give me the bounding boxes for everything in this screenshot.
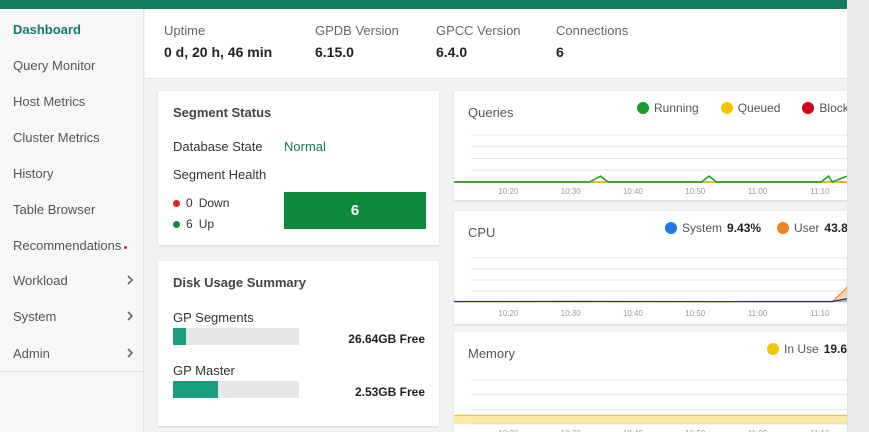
sidebar-item-recommendations[interactable]: Recommendations: [0, 233, 144, 257]
series-line-system: [454, 298, 847, 303]
sidebar-item-label: Recommendations: [13, 237, 122, 253]
chevron-right-icon: [127, 275, 134, 285]
gpdb-version-stat: GPDB Version 6.15.0: [315, 23, 399, 60]
sidebar-item-label: Query Monitor: [13, 57, 96, 73]
series-area-user: [454, 287, 847, 302]
up-status-dot-icon: [173, 220, 180, 228]
x-tick-label: 10:20: [498, 309, 519, 318]
sidebar-item-admin[interactable]: Admin: [0, 341, 144, 365]
uptime-value: 0 d, 20 h, 46 min: [164, 44, 273, 60]
sidebar-item-host-metrics[interactable]: Host Metrics: [0, 89, 144, 113]
gpcc-version-value: 6.4.0: [436, 44, 468, 60]
segments-down-count: 0: [186, 196, 193, 210]
connections-label: Connections: [556, 23, 629, 38]
segments-down-row: 0 Down: [173, 196, 229, 210]
sidebar-item-label: Dashboard: [13, 21, 81, 37]
chevron-right-icon: [127, 311, 134, 321]
gp-segments-free: 26.64GB Free: [348, 332, 425, 346]
sidebar-item-label: Workload: [13, 272, 68, 288]
gp-master-usage-bar: [173, 381, 299, 398]
segment-status-card: Segment Status Database State Normal Seg…: [158, 91, 439, 245]
database-state-value: Normal: [284, 139, 326, 154]
queries-chart-card: Queries Running Queued Blocked 10:2010:3…: [454, 91, 847, 200]
gpcc-version-stat: GPCC Version 6.4.0: [436, 23, 521, 60]
notification-dot-icon: [124, 245, 128, 249]
gp-segments-usage-bar: [173, 328, 299, 345]
chevron-right-icon: [127, 348, 134, 358]
x-tick-label: 10:20: [498, 187, 519, 196]
segments-down-label: Down: [198, 196, 230, 210]
uptime-label: Uptime: [164, 23, 206, 38]
sidebar-item-dashboard[interactable]: Dashboard: [0, 17, 144, 41]
sidebar-item-cluster-metrics[interactable]: Cluster Metrics: [0, 125, 144, 149]
segments-up-tile[interactable]: 6: [284, 192, 426, 229]
series-line-user: [454, 286, 847, 303]
gpdb-version-value: 6.15.0: [315, 44, 354, 60]
sidebar-divider: [0, 371, 144, 372]
gp-master-free: 2.53GB Free: [354, 385, 425, 399]
top-accent-bar: [0, 0, 847, 9]
segments-up-row: 6 Up: [173, 217, 214, 231]
disk-usage-card: Disk Usage Summary GP Segments 26.64GB F…: [158, 261, 439, 426]
connections-stat: Connections 6: [556, 23, 628, 60]
x-tick-label: 11:00: [748, 309, 768, 318]
memory-chart-plot: 10:2010:3010:4010:5011:0011:10: [454, 379, 847, 432]
sidebar-item-query-monitor[interactable]: Query Monitor: [0, 53, 144, 77]
x-tick-label: 10:30: [561, 309, 582, 318]
segments-up-label: Up: [198, 217, 215, 231]
sidebar-item-label: System: [13, 308, 57, 324]
x-tick-label: 10:50: [685, 309, 706, 318]
sidebar-item-table-browser[interactable]: Table Browser: [0, 197, 144, 221]
vertical-scrollbar[interactable]: [847, 0, 869, 432]
uptime-stat: Uptime 0 d, 20 h, 46 min: [164, 23, 272, 60]
x-tick-label: 10:50: [685, 187, 706, 196]
connections-value: 6: [556, 44, 564, 60]
sidebar-item-workload[interactable]: Workload: [0, 268, 144, 292]
cpu-chart-card: CPU System 9.43% User 43.87% 10:2010:301…: [454, 211, 847, 324]
series-area-in-use: [454, 415, 847, 424]
gp-segments-label: GP Segments: [173, 310, 254, 325]
sidebar-item-history[interactable]: History: [0, 161, 144, 185]
gp-segments-usage-fill: [173, 328, 186, 345]
cluster-summary-header: Uptime 0 d, 20 h, 46 min GPDB Version 6.…: [145, 9, 847, 79]
series-line-running: [454, 175, 847, 183]
segment-status-title: Segment Status: [173, 105, 272, 120]
queries-chart-plot: 10:20 10:30 10:40 10:50 11:00 11:10: [454, 134, 847, 196]
segments-up-count: 6: [186, 217, 193, 231]
sidebar-item-label: History: [13, 165, 54, 181]
x-tick-label: 10:40: [623, 187, 644, 196]
x-tick-label: 11:10: [810, 309, 830, 318]
sidebar-item-system[interactable]: System: [0, 304, 144, 328]
x-tick-label: 11:00: [748, 187, 768, 196]
down-status-dot-icon: [173, 199, 180, 207]
segment-health-label: Segment Health: [173, 167, 267, 182]
x-tick-label: 10:40: [623, 309, 644, 318]
gpcc-version-label: GPCC Version: [436, 23, 521, 38]
sidebar-item-label: Table Browser: [13, 201, 96, 217]
x-tick-label: 11:10: [810, 187, 830, 196]
sidebar-item-label: Admin: [13, 345, 50, 361]
cpu-chart-plot: 10:20 10:30 10:40 10:50 11:00 11:10: [454, 257, 847, 318]
x-tick-label: 10:30: [561, 187, 582, 196]
gp-master-usage-fill: [173, 381, 219, 398]
memory-chart-card: Memory In Use 19.69% 10:2010:3010:4010:5…: [454, 332, 847, 432]
sidebar-item-label: Host Metrics: [13, 93, 86, 109]
gpdb-version-label: GPDB Version: [315, 23, 399, 38]
sidebar-nav: Dashboard Query Monitor Host Metrics Cluste…: [0, 9, 144, 432]
disk-usage-title: Disk Usage Summary: [173, 275, 306, 290]
sidebar-item-label: Cluster Metrics: [13, 129, 100, 145]
database-state-label: Database State: [173, 139, 263, 154]
gp-master-label: GP Master: [173, 363, 235, 378]
